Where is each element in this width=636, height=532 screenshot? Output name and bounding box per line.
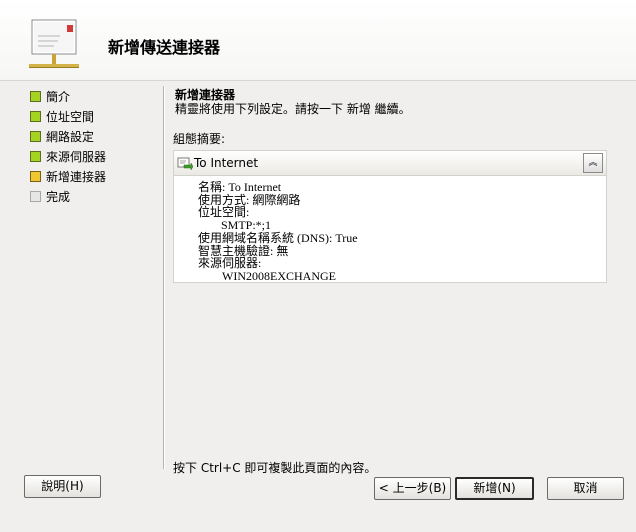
- nav-step-label: 新增連接器: [46, 170, 107, 184]
- summary-dns-line: 使用網域名稱系統 (DNS): True: [198, 230, 358, 245]
- back-button[interactable]: < 上一步(B): [374, 477, 451, 500]
- copy-hint: 按下 Ctrl+C 即可複製此頁面的內容。: [173, 461, 377, 475]
- summary-name-line: 名稱: To Internet: [198, 180, 282, 194]
- step-complete-icon: [30, 111, 41, 122]
- wizard-title: 新增傳送連接器: [108, 38, 221, 57]
- page-instruction: 精靈將使用下列設定。請按一下 新增 繼續。: [175, 102, 411, 116]
- wizard-header: 新增傳送連接器: [0, 0, 636, 81]
- nav-step-label: 位址空間: [46, 110, 95, 124]
- send-connector-wizard-icon: [28, 16, 82, 74]
- summary-details: 名稱: To Internet 使用方式: 網際網路 位址空間: SMTP:*;…: [198, 181, 358, 283]
- step-current-icon: [30, 171, 41, 182]
- step-pending-icon: [30, 191, 41, 202]
- summary-label: 組態摘要:: [173, 132, 226, 146]
- nav-step-label: 來源伺服器: [46, 150, 107, 164]
- summary-source-server-value: WIN2008EXCHANGE: [222, 268, 336, 283]
- step-complete-icon: [30, 131, 41, 142]
- double-chevron-up-icon[interactable]: ︽: [583, 153, 603, 173]
- summary-address-space-value: SMTP:*;1: [221, 218, 272, 233]
- nav-divider: [163, 86, 164, 469]
- summary-panel[interactable]: To Internet ︽ 名稱: To Internet 使用方式: 網際網路…: [173, 150, 607, 283]
- step-complete-icon: [30, 91, 41, 102]
- cancel-button[interactable]: 取消: [547, 477, 624, 500]
- nav-step-label: 完成: [46, 190, 71, 204]
- summary-panel-header[interactable]: To Internet ︽: [174, 151, 606, 176]
- new-button[interactable]: 新增(N): [455, 477, 534, 500]
- step-complete-icon: [30, 151, 41, 162]
- help-button[interactable]: 說明(H): [24, 475, 101, 498]
- summary-panel-title: To Internet: [194, 156, 259, 170]
- nav-step-label: 網路設定: [46, 130, 95, 144]
- send-connector-icon: [177, 155, 194, 171]
- nav-step-label: 簡介: [46, 90, 71, 104]
